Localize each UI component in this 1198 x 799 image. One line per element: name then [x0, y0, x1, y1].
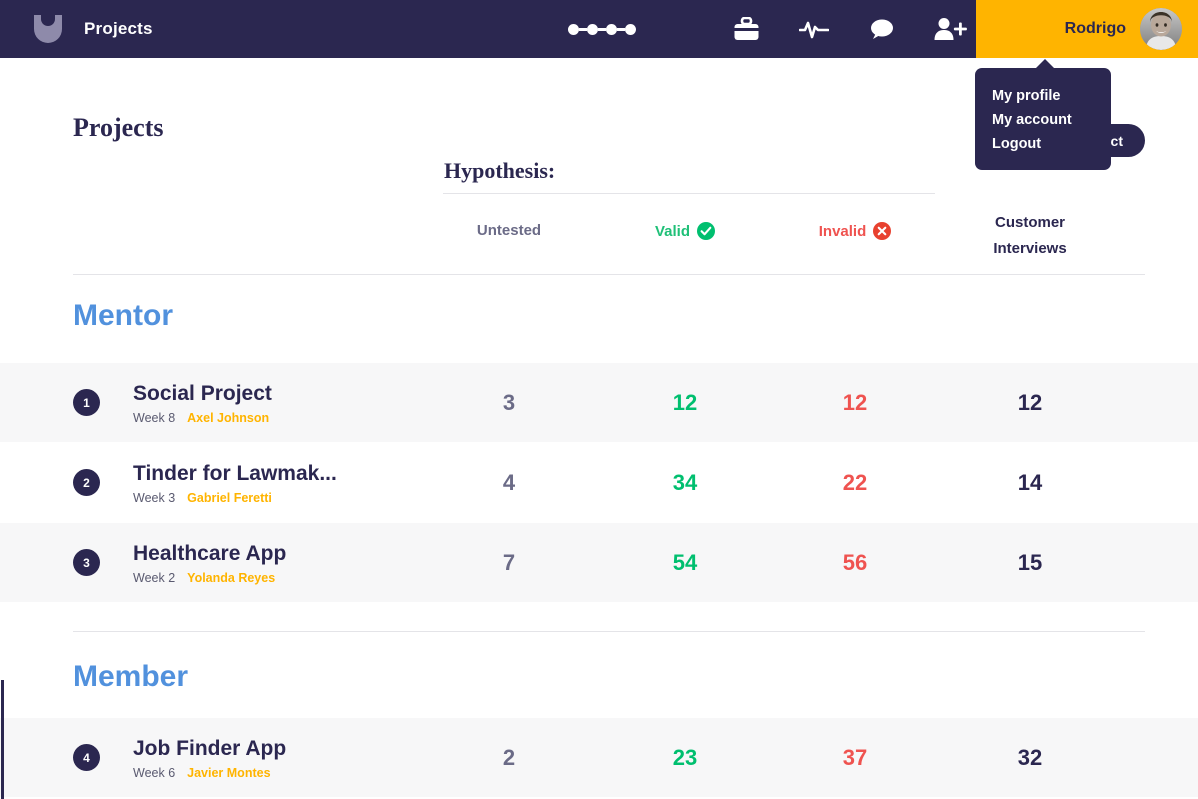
row-info: Healthcare App Week 2 Yolanda Reyes [133, 541, 286, 585]
navbar-icon-group [726, 0, 970, 58]
hypothesis-label: Hypothesis: [444, 158, 556, 183]
progress-dots-icon[interactable] [568, 24, 636, 35]
column-header-valid-label: Valid [654, 222, 691, 240]
hypothesis-divider [443, 193, 935, 194]
user-dropdown-menu: My profile My account Logout [975, 59, 1111, 170]
x-circle-icon [873, 222, 892, 240]
table-column-headers: Untested Valid Invalid Customer Intervie… [0, 206, 1198, 274]
menu-item-my-profile[interactable]: My profile [992, 84, 1111, 108]
row-number-badge: 4 [73, 744, 100, 771]
table-row[interactable]: 3 Healthcare App Week 2 Yolanda Reyes 7 … [0, 523, 1198, 602]
group-heading-member: Member [73, 660, 189, 693]
group-heading-mentor: Mentor [73, 299, 173, 332]
table-row[interactable]: 2 Tinder for Lawmak... Week 3 Gabriel Fe… [0, 443, 1198, 522]
cell-valid: 23 [672, 744, 698, 770]
briefcase-icon[interactable] [726, 9, 766, 49]
project-owner[interactable]: Gabriel Feretti [187, 491, 272, 505]
row-info: Job Finder App Week 6 Javier Montes [133, 736, 286, 780]
project-name[interactable]: Healthcare App [133, 541, 286, 567]
row-info: Tinder for Lawmak... Week 3 Gabriel Fere… [133, 461, 337, 505]
column-header-invalid[interactable]: Invalid [780, 222, 930, 240]
column-header-untested-label: Untested [476, 222, 542, 239]
page-title: Projects [73, 113, 164, 142]
column-header-untested[interactable]: Untested [434, 222, 584, 239]
project-owner[interactable]: Yolanda Reyes [187, 571, 275, 585]
project-name[interactable]: Social Project [133, 381, 272, 407]
add-user-icon[interactable] [930, 9, 970, 49]
project-week: Week 6 [133, 765, 176, 780]
cell-untested: 7 [502, 549, 516, 575]
check-circle-icon [697, 222, 716, 240]
cell-customer-interviews: 14 [1017, 469, 1043, 495]
row-number-badge: 2 [73, 469, 100, 496]
activity-pulse-icon[interactable] [794, 9, 834, 49]
project-name[interactable]: Job Finder App [133, 736, 286, 762]
group-divider [73, 631, 1145, 632]
cell-customer-interviews: 12 [1017, 389, 1043, 415]
app-root: Projects Rodrigo My profile My account L… [0, 0, 1198, 799]
project-week: Week 2 [133, 570, 176, 585]
cell-invalid: 22 [842, 469, 868, 495]
cell-untested: 2 [502, 744, 516, 770]
table-row[interactable]: 4 Job Finder App Week 6 Javier Montes 2 … [0, 718, 1198, 797]
menu-item-logout[interactable]: Logout [992, 132, 1111, 156]
cell-valid: 12 [672, 389, 698, 415]
cell-untested: 3 [502, 389, 516, 415]
cell-valid: 34 [672, 469, 698, 495]
user-menu-trigger[interactable]: Rodrigo [976, 0, 1198, 58]
avatar[interactable] [1140, 8, 1182, 50]
header-divider [73, 274, 1145, 275]
row-number-badge: 3 [73, 549, 100, 576]
cell-untested: 4 [502, 469, 516, 495]
u-logo[interactable] [26, 15, 70, 43]
cell-valid: 54 [672, 549, 698, 575]
column-header-invalid-label: Invalid [818, 222, 867, 240]
project-name[interactable]: Tinder for Lawmak... [133, 461, 337, 487]
project-owner[interactable]: Axel Johnson [187, 411, 269, 425]
speech-bubble-icon[interactable] [862, 9, 902, 49]
cell-invalid: 37 [842, 744, 868, 770]
cell-customer-interviews: 32 [1017, 744, 1043, 770]
cell-invalid: 12 [842, 389, 868, 415]
column-header-customer-interviews[interactable]: Customer Interviews [955, 211, 1105, 261]
row-info: Social Project Week 8 Axel Johnson [133, 381, 272, 425]
cell-invalid: 56 [842, 549, 868, 575]
column-header-customer-line1: Customer [994, 214, 1065, 231]
cell-customer-interviews: 15 [1017, 549, 1043, 575]
navbar-title: Projects [84, 19, 153, 38]
project-owner[interactable]: Javier Montes [187, 766, 270, 780]
project-week: Week 8 [133, 410, 176, 425]
column-header-valid[interactable]: Valid [610, 222, 760, 240]
row-number-badge: 1 [73, 389, 100, 416]
menu-item-my-account[interactable]: My account [992, 108, 1111, 132]
left-edge-accent [1, 680, 4, 799]
project-week: Week 3 [133, 490, 176, 505]
user-name-label: Rodrigo [1064, 20, 1126, 37]
column-header-customer-line2: Interviews [993, 240, 1067, 257]
table-row[interactable]: 1 Social Project Week 8 Axel Johnson 3 1… [0, 363, 1198, 442]
